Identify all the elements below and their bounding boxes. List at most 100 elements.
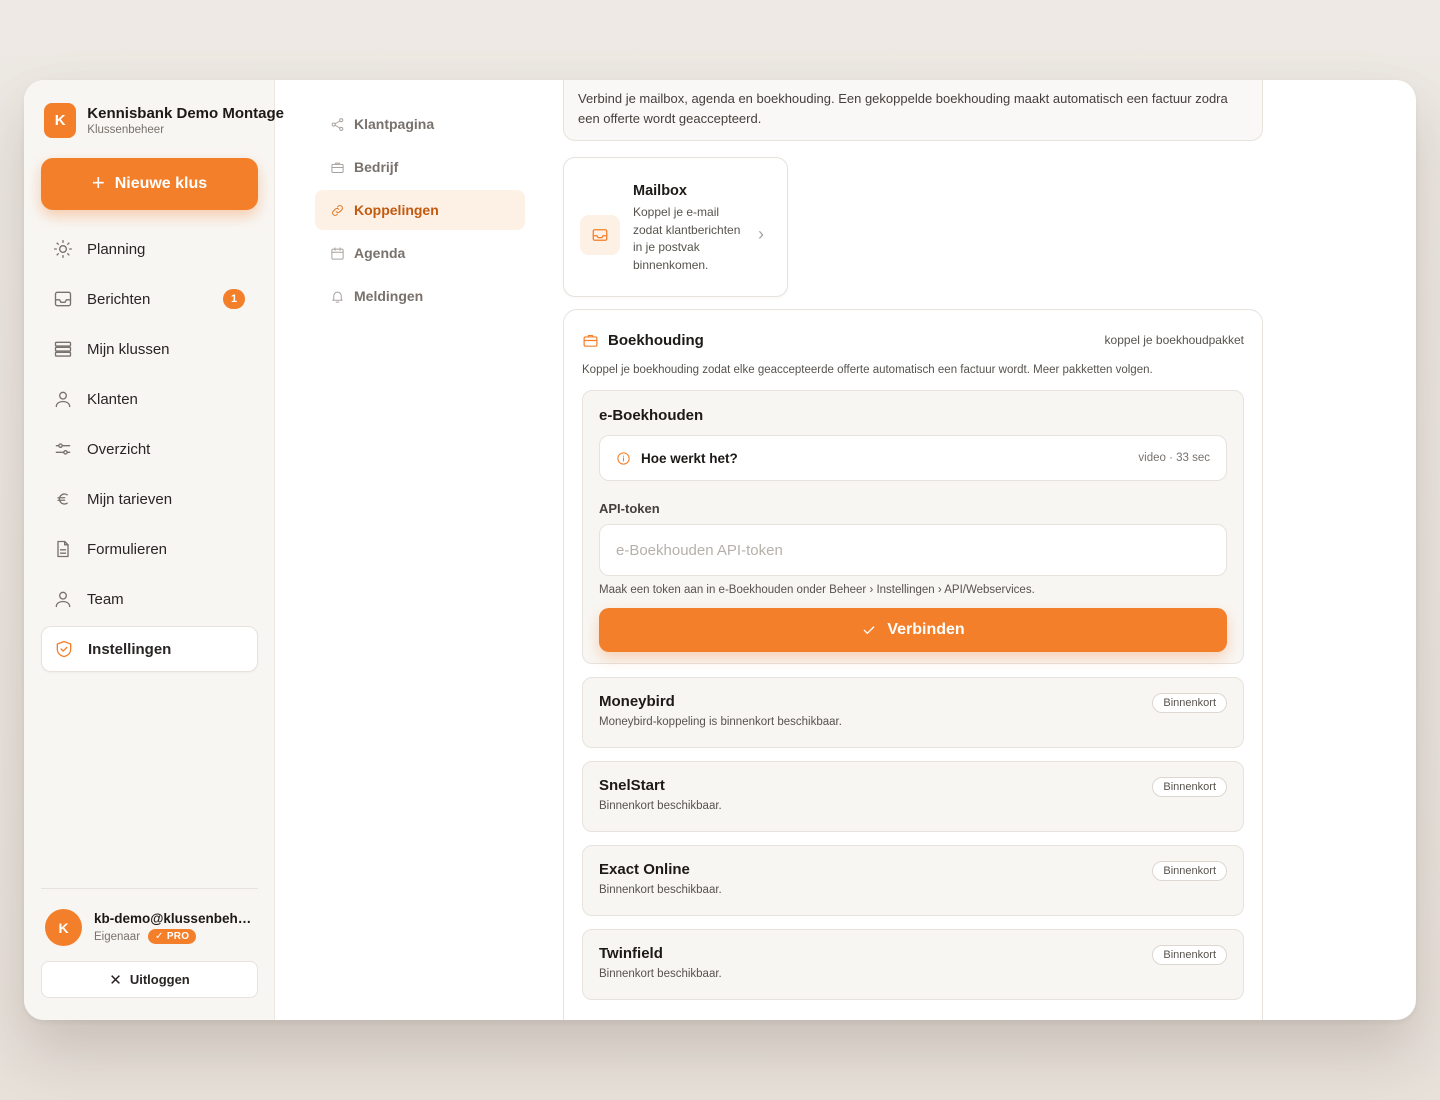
mailbox-icon-wrap: [580, 214, 620, 255]
user-profile[interactable]: K kb-demo@klussenbeheer.nl Eigenaar ✓ PR…: [45, 909, 260, 946]
intro-text: Verbind je mailbox, agenda en boekhoudin…: [578, 91, 1228, 126]
sidebar-item-instellingen[interactable]: Instellingen: [41, 626, 258, 672]
mailbox-title: Mailbox: [633, 183, 687, 199]
sidebar-item-label: Planning: [87, 240, 146, 258]
logout-button[interactable]: ✕ Uitloggen: [41, 961, 258, 998]
info-icon: [617, 451, 630, 465]
connect-button[interactable]: Verbinden: [599, 608, 1227, 652]
provider-name: e-Boekhouden: [599, 407, 704, 424]
tab-koppelingen[interactable]: Koppelingen: [315, 190, 525, 230]
chevron-right-icon: ›: [758, 224, 764, 244]
tab-label: Agenda: [354, 245, 406, 261]
tab-klantpagina[interactable]: Klantpagina: [315, 104, 525, 144]
briefcase-icon: [583, 334, 598, 347]
tab-label: Meldingen: [354, 288, 424, 304]
provider-description: Moneybird-koppeling is binnenkort beschi…: [599, 716, 842, 728]
check-icon: [863, 626, 875, 634]
user-email: kb-demo@klussenbeheer.nl: [94, 911, 254, 926]
plus-icon: +: [91, 170, 105, 195]
sidebar-item-klanten[interactable]: Klanten: [41, 376, 258, 422]
tab-meldingen[interactable]: Meldingen: [315, 276, 525, 316]
coming-soon-badge: Binnenkort: [1152, 777, 1227, 797]
tab-label: Klantpagina: [354, 116, 435, 132]
sidebar-item-label: Mijn klussen: [87, 340, 170, 358]
brand-subtitle: Klussenbeheer: [87, 124, 165, 136]
accounting-title: Boekhouding: [608, 331, 704, 349]
mailbox-description: Koppel je e-mail zodat klantberichten in…: [633, 205, 741, 272]
sidebar-item-label: Klanten: [87, 390, 138, 408]
intro-card: Verbind je mailbox, agenda en boekhoudin…: [563, 80, 1263, 141]
provider-snelstart: SnelStart Binnenkort beschikbaar. Binnen…: [582, 761, 1244, 832]
share-icon: [331, 117, 344, 131]
sidebar-item-label: Instellingen: [88, 640, 172, 658]
user-icon: [55, 591, 71, 608]
calendar-icon: [331, 246, 344, 260]
layers-icon: [54, 341, 72, 357]
brand-name: Kennisbank Demo Montage: [87, 105, 284, 122]
provider-description: Binnenkort beschikbaar.: [599, 800, 722, 812]
logout-label: Uitloggen: [129, 972, 190, 987]
inbox-icon: [592, 228, 608, 241]
unread-badge: 1: [223, 289, 245, 309]
connect-label: Verbinden: [887, 621, 965, 638]
user-role: Eigenaar: [94, 930, 141, 943]
sidebar-divider: [41, 888, 258, 889]
provider-name: SnelStart: [599, 777, 665, 794]
accounting-description: Koppel je boekhouding zodat elke geaccep…: [582, 364, 1153, 376]
sidebar-item-formulieren[interactable]: Formulieren: [41, 526, 258, 572]
sidebar-item-mijn-tarieven[interactable]: Mijn tarieven: [41, 476, 258, 522]
close-icon: ✕: [109, 971, 122, 989]
new-job-button[interactable]: + Nieuwe klus: [41, 158, 258, 210]
provider-description: Binnenkort beschikbaar.: [599, 968, 722, 980]
plan-badge: ✓ PRO: [148, 929, 197, 944]
tab-label: Koppelingen: [354, 202, 439, 218]
briefcase-icon: [331, 162, 344, 173]
inbox-icon: [54, 291, 72, 307]
accounting-card: Boekhouding koppel je boekhoudpakket Kop…: [563, 309, 1263, 1020]
sun-icon: [54, 240, 73, 258]
api-token-label: API-token: [599, 501, 660, 516]
sidebar-item-overzicht[interactable]: Overzicht: [41, 426, 258, 472]
sidebar-item-mijn-klussen[interactable]: Mijn klussen: [41, 326, 258, 372]
new-job-label: Nieuwe klus: [114, 175, 208, 192]
provider-moneybird: Moneybird Moneybird-koppeling is binnenk…: [582, 677, 1244, 748]
sidebar: K Kennisbank Demo Montage Klussenbeheer …: [24, 80, 284, 1020]
settings-subnav: Klantpagina Bedrijf Koppelingen Agenda M…: [315, 104, 525, 319]
bell-icon: [332, 291, 343, 303]
coming-soon-badge: Binnenkort: [1152, 693, 1227, 713]
document-icon: [57, 540, 69, 558]
api-token-input[interactable]: [599, 524, 1227, 576]
check-icon: ✓: [155, 931, 167, 942]
sidebar-item-label: Formulieren: [87, 540, 168, 558]
sidebar-item-planning[interactable]: Planning: [41, 226, 258, 272]
sidebar-item-label: Berichten: [87, 290, 151, 308]
api-token-help: Maak een token aan in e-Boekhouden onder…: [599, 584, 1035, 596]
euro-icon: [57, 493, 68, 505]
provider-exact-online: Exact Online Binnenkort beschikbaar. Bin…: [582, 845, 1244, 916]
provider-name: Exact Online: [599, 861, 690, 878]
provider-name: Moneybird: [599, 693, 675, 710]
link-icon: [332, 204, 343, 216]
sidebar-item-label: Overzicht: [87, 440, 151, 458]
video-duration: video · 33 sec: [1138, 452, 1210, 464]
user-icon: [55, 391, 71, 408]
brand[interactable]: K Kennisbank Demo Montage Klussenbeheer: [44, 103, 284, 138]
provider-description: Binnenkort beschikbaar.: [599, 884, 722, 896]
provider-eboekhouden: e-Boekhouden Hoe werkt het? video · 33 s…: [582, 390, 1244, 664]
provider-name: Twinfield: [599, 945, 663, 962]
sidebar-item-label: Mijn tarieven: [87, 490, 173, 508]
coming-soon-badge: Binnenkort: [1152, 945, 1227, 965]
sidebar-item-label: Team: [87, 590, 124, 608]
coming-soon-badge: Binnenkort: [1152, 861, 1227, 881]
shield-icon: [56, 640, 72, 658]
sidebar-nav: Planning Berichten 1 Mijn klussen Klante…: [41, 226, 258, 676]
tab-agenda[interactable]: Agenda: [315, 233, 525, 273]
sidebar-item-berichten[interactable]: Berichten 1: [41, 276, 258, 322]
provider-twinfield: Twinfield Binnenkort beschikbaar. Binnen…: [582, 929, 1244, 1000]
mailbox-card[interactable]: Mailbox Koppel je e-mail zodat klantberi…: [563, 157, 788, 297]
how-it-works-label: Hoe werkt het?: [641, 450, 738, 466]
how-it-works-button[interactable]: Hoe werkt het? video · 33 sec: [599, 435, 1227, 481]
sidebar-item-team[interactable]: Team: [41, 576, 258, 622]
app-window: K Kennisbank Demo Montage Klussenbeheer …: [24, 80, 1416, 1020]
tab-bedrijf[interactable]: Bedrijf: [315, 147, 525, 187]
